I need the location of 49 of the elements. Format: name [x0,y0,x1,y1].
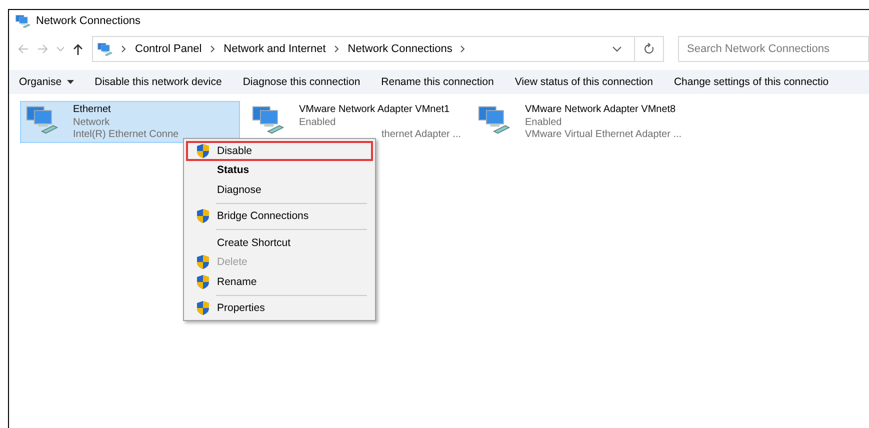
adapter-item[interactable]: VMware Network Adapter VMnet1 Enabled thernet Adapter ... [246,101,466,143]
chevron-icon [121,45,127,53]
adapter-device: thernet Adapter ... [382,129,461,142]
chevron-icon [460,45,466,53]
shield-icon [197,255,209,270]
adapter-device: VMware Virtual Ethernet Adapter ... [525,129,682,142]
toolbar-button[interactable]: Change settings of this connectio [664,76,829,88]
toolbar-button[interactable]: View status of this connection [504,76,653,88]
breadcrumb[interactable]: Network Connections [348,43,452,55]
network-adapter-icon [25,104,59,136]
shield-icon [197,209,209,224]
caret-icon [66,80,74,84]
menu-item[interactable]: Rename [186,272,373,292]
menu-item[interactable]: Properties [186,298,373,318]
adapter-item[interactable]: VMware Network Adapter VMnet8 Enabled VMware Virtual Ethernet Adapter ... [472,101,692,143]
adapter-status: Enabled [299,116,336,129]
toolbar-button[interactable]: Diagnose this connection [232,76,360,88]
shield-icon [197,301,209,316]
chevron-icon [210,45,216,53]
shield-icon [197,274,209,289]
toolbar-button[interactable]: Rename this connection [371,76,494,88]
menu-item[interactable]: Status [186,160,373,180]
adapter-item[interactable]: Ethernet Network Intel(R) Ethernet Conne [20,101,240,143]
window-title: Network Connections [36,15,141,27]
toolbar-button[interactable]: Organise [9,76,74,88]
breadcrumb[interactable]: Control Panel [135,43,202,55]
up-arrow-icon[interactable] [72,43,84,55]
adapter-status: Network [73,116,110,129]
network-connections-icon [15,14,31,28]
menu-item[interactable]: Diagnose [186,180,373,200]
dropdown-caret-icon[interactable] [612,45,622,53]
adapter-name: Ethernet [73,104,111,116]
network-adapter-icon [251,104,285,136]
address-bar[interactable]: Control Panel Network and Internet Network Connections [92,36,664,62]
menu-item[interactable]: Bridge Connections [186,206,373,226]
menu-item[interactable]: Disable [186,141,373,160]
control-panel-icon [97,42,113,56]
adapter-status: Enabled [525,116,562,129]
toolbar-button[interactable]: Disable this network device [84,76,222,88]
adapter-name: VMware Network Adapter VMnet8 [525,104,676,116]
breadcrumb[interactable]: Network and Internet [224,43,326,55]
adapter-device: Intel(R) Ethernet Conne [73,129,179,142]
menu-item[interactable]: Create Shortcut [186,233,373,252]
shield-icon [197,144,209,158]
search-field[interactable]: Search Network Connections [678,36,869,62]
network-adapter-icon [477,104,511,136]
refresh-icon[interactable] [643,43,655,55]
adapter-name: VMware Network Adapter VMnet1 [299,104,450,116]
chevron-icon [334,45,340,53]
